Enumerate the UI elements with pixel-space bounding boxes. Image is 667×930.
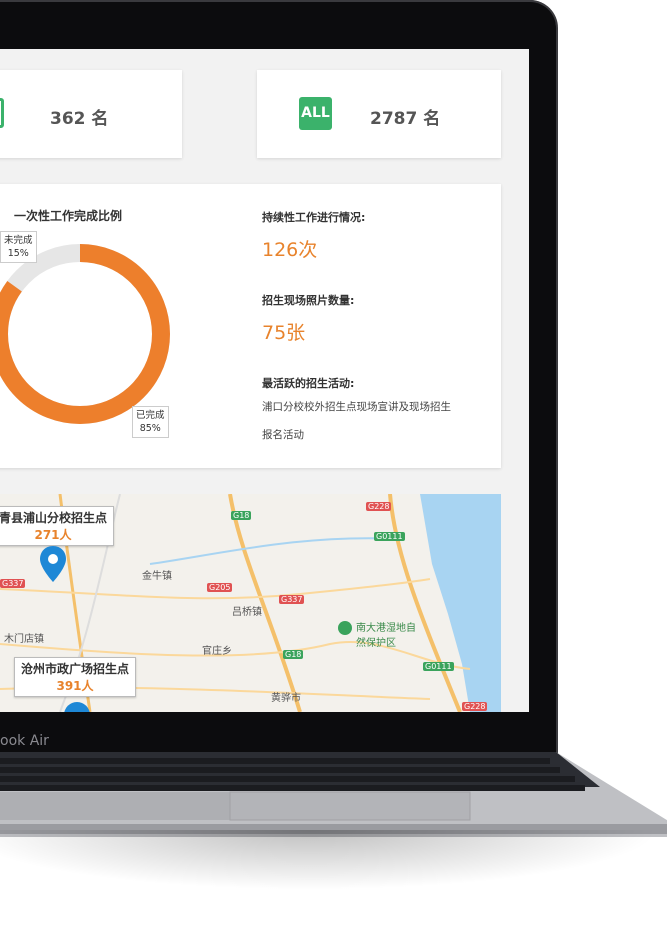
road-g337-b: G337	[279, 595, 305, 604]
laptop-keyboard-base	[0, 752, 667, 837]
stat-card-right: ALL 2787 名	[257, 70, 501, 158]
road-g18-b: G18	[283, 650, 304, 659]
slice-name-incomplete: 未完成	[4, 235, 33, 246]
place-lvqiao: 吕桥镇	[232, 607, 262, 618]
place-huanghua: 黄骅市	[271, 693, 301, 704]
slice-pct-complete: 85%	[139, 423, 161, 434]
laptop-mockup: 362 名 ALL 2787 名 一次性工作完成比例 未完成 15% 已完成 8…	[0, 0, 667, 930]
map-view[interactable]: G18 G228 G0111 G337 G205 G337 G18 G0111 …	[0, 494, 501, 712]
marker-cangzhou[interactable]: 沧州市政广场招生点 391人	[14, 657, 137, 697]
place-guanzhuang: 官庄乡	[202, 646, 232, 657]
active-label: 最活跃的招生活动:	[262, 377, 355, 390]
place-mumendian: 木门店镇	[4, 634, 44, 645]
photos-value: 75张	[262, 322, 306, 344]
marker-qingxian-name: 青县浦山分校招生点	[0, 511, 108, 525]
place-nandagang: 南大港湿地自然保护区	[356, 623, 416, 649]
stat-right-value: 2787 名	[370, 109, 441, 129]
road-g0111-b: G0111	[423, 662, 454, 671]
marker-cangzhou-count: 391人	[56, 679, 94, 693]
laptop-shadow	[0, 830, 660, 890]
road-g337-a: G337	[0, 579, 26, 588]
summary-card: 一次性工作完成比例 未完成 15% 已完成 85% 持续性工作进行情况: 126…	[0, 184, 501, 468]
marker-qingxian-count: 271人	[34, 528, 72, 542]
continuous-label: 持续性工作进行情况:	[262, 211, 366, 224]
marker-cangzhou-name: 沧州市政广场招生点	[21, 662, 130, 676]
slice-name-complete: 已完成	[136, 410, 165, 421]
slice-pct-incomplete: 15%	[7, 248, 29, 259]
map-pin-icon[interactable]	[40, 546, 66, 582]
calendar-icon	[0, 98, 4, 128]
continuous-value: 126次	[262, 239, 318, 261]
dashboard-screen: 362 名 ALL 2787 名 一次性工作完成比例 未完成 15% 已完成 8…	[0, 49, 529, 712]
active-value: 浦口分校校外招生点现场宣讲及现场招生报名活动	[262, 401, 451, 441]
road-g228-a: G228	[366, 502, 392, 511]
slice-label-complete: 已完成 85%	[132, 406, 169, 438]
slice-label-incomplete: 未完成 15%	[0, 231, 37, 263]
laptop-brand-label: ook Air	[0, 733, 49, 749]
road-g228-b: G228	[462, 702, 488, 711]
chart-title: 一次性工作完成比例	[14, 209, 123, 223]
place-jinniu: 金牛镇	[142, 571, 172, 582]
stat-card-left: 362 名	[0, 70, 182, 158]
road-g0111-a: G0111	[374, 532, 405, 541]
all-icon: ALL	[299, 97, 332, 130]
road-g18-a: G18	[231, 511, 252, 520]
stat-left-value: 362 名	[50, 109, 109, 129]
park-icon	[338, 621, 352, 635]
road-g205: G205	[207, 583, 233, 592]
marker-qingxian[interactable]: 青县浦山分校招生点 271人	[0, 506, 115, 546]
photos-label: 招生现场照片数量:	[262, 294, 355, 307]
